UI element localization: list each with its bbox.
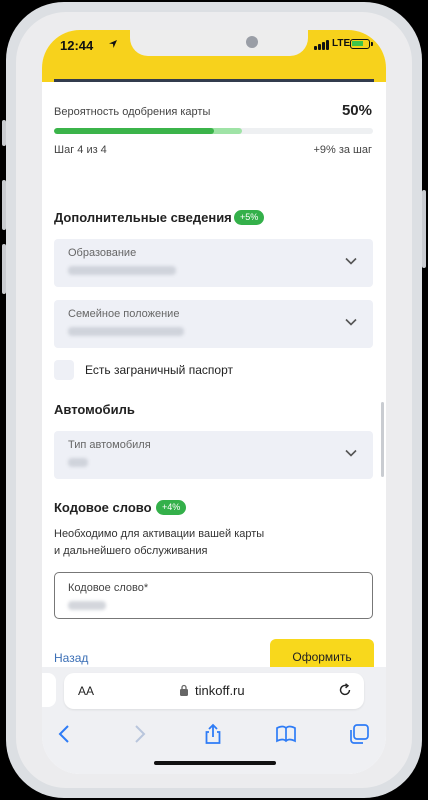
approval-label: Вероятность одобрения карты (54, 106, 211, 118)
reload-icon[interactable] (338, 683, 352, 697)
additional-info-badge: +5% (234, 210, 265, 225)
address-bar[interactable]: AA tinkoff.ru (64, 673, 364, 709)
previous-tab-peek[interactable] (42, 673, 56, 707)
approval-progress-fill (54, 128, 214, 134)
marital-status-label: Семейное положение (68, 308, 180, 320)
codeword-badge: +4% (156, 500, 187, 515)
reader-settings-button[interactable]: AA (78, 684, 94, 698)
volume-down-button (2, 244, 6, 294)
browser-toolbar: AA tinkoff.ru (42, 667, 386, 774)
codeword-info-line1: Необходимо для активации вашей карты (54, 528, 265, 540)
scrollbar-thumb[interactable] (381, 402, 384, 477)
network-type: LTE (332, 38, 351, 49)
chevron-down-icon (345, 257, 357, 265)
car-type-value-hidden (68, 458, 88, 467)
codeword-title: Кодовое слово (54, 500, 152, 515)
car-title: Автомобиль (54, 402, 135, 417)
step-counter: Шаг 4 из 4 (54, 144, 107, 156)
codeword-info-line2: и дальнейшего обслуживания (54, 545, 208, 557)
mute-switch (2, 120, 6, 146)
chevron-down-icon (345, 318, 357, 326)
form-content: Вероятность одобрения карты 50% Шаг 4 из… (42, 82, 386, 676)
home-indicator (154, 761, 276, 765)
location-arrow-icon (109, 40, 117, 48)
additional-info-title: Дополнительные сведения (54, 210, 232, 225)
tabs-icon[interactable] (348, 723, 370, 745)
phone-screen: 12:44 LTE Вероятность одобрения карты 50… (42, 30, 386, 774)
forward-arrow-icon[interactable] (128, 723, 150, 745)
signal-icon (314, 40, 329, 50)
notch (130, 30, 308, 56)
camera-icon (246, 36, 258, 48)
status-bar: 12:44 LTE (42, 30, 386, 82)
battery-icon (350, 39, 370, 49)
codeword-input-label: Кодовое слово* (68, 582, 149, 594)
back-arrow-icon[interactable] (54, 723, 76, 745)
education-value-hidden (68, 266, 176, 275)
url-text: tinkoff.ru (195, 683, 245, 698)
codeword-input[interactable]: Кодовое слово* (54, 572, 373, 619)
codeword-value-hidden (68, 601, 106, 610)
marital-status-select[interactable]: Семейное положение (54, 300, 373, 348)
lock-icon (180, 684, 188, 696)
volume-up-button (2, 180, 6, 230)
passport-checkbox[interactable] (54, 360, 74, 380)
approval-progress-bar (54, 128, 373, 134)
bookmarks-icon[interactable] (275, 723, 297, 745)
power-button (422, 190, 426, 268)
car-type-select[interactable]: Тип автомобиля (54, 431, 373, 479)
car-type-label: Тип автомобиля (68, 439, 151, 451)
battery-tip (371, 42, 373, 46)
marital-status-value-hidden (68, 327, 184, 336)
education-select[interactable]: Образование (54, 239, 373, 287)
status-time: 12:44 (60, 38, 94, 53)
approval-value: 50% (341, 102, 372, 119)
education-label: Образование (68, 247, 137, 259)
share-icon[interactable] (202, 723, 224, 745)
passport-checkbox-label[interactable]: Есть заграничный паспорт (85, 363, 233, 377)
back-link[interactable]: Назад (54, 651, 88, 665)
codeword-info: Необходимо для активации вашей карты и д… (54, 526, 264, 560)
step-bonus: +9% за шаг (313, 144, 372, 156)
chevron-down-icon (345, 449, 357, 457)
